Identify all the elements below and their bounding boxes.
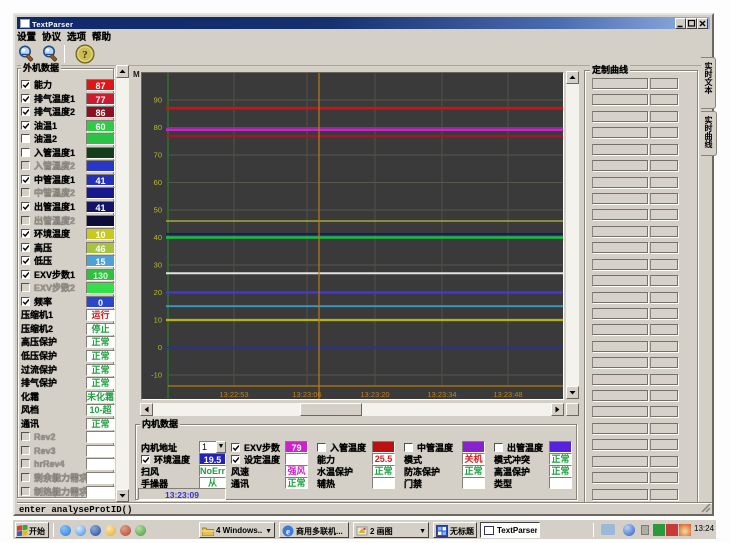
svg-text:13:23:06: 13:23:06 <box>292 390 321 399</box>
svg-text:80: 80 <box>154 123 162 132</box>
svg-text:?: ? <box>82 49 88 61</box>
svg-text:90: 90 <box>154 96 162 105</box>
svg-text:60: 60 <box>154 178 162 187</box>
svg-text:30: 30 <box>154 261 162 270</box>
svg-text:70: 70 <box>154 151 162 160</box>
svg-text:13:23:48: 13:23:48 <box>493 390 522 399</box>
svg-text:0: 0 <box>158 343 162 352</box>
svg-text:13:23:34: 13:23:34 <box>427 390 456 399</box>
svg-text:50: 50 <box>154 206 162 215</box>
svg-text:40: 40 <box>154 233 162 242</box>
svg-text:-10: -10 <box>151 371 162 380</box>
svg-text:13:22:53: 13:22:53 <box>219 390 248 399</box>
svg-text:e: e <box>286 527 290 537</box>
svg-text:20: 20 <box>154 288 162 297</box>
svg-text:13:23:20: 13:23:20 <box>360 390 389 399</box>
svg-text:10: 10 <box>154 316 162 325</box>
